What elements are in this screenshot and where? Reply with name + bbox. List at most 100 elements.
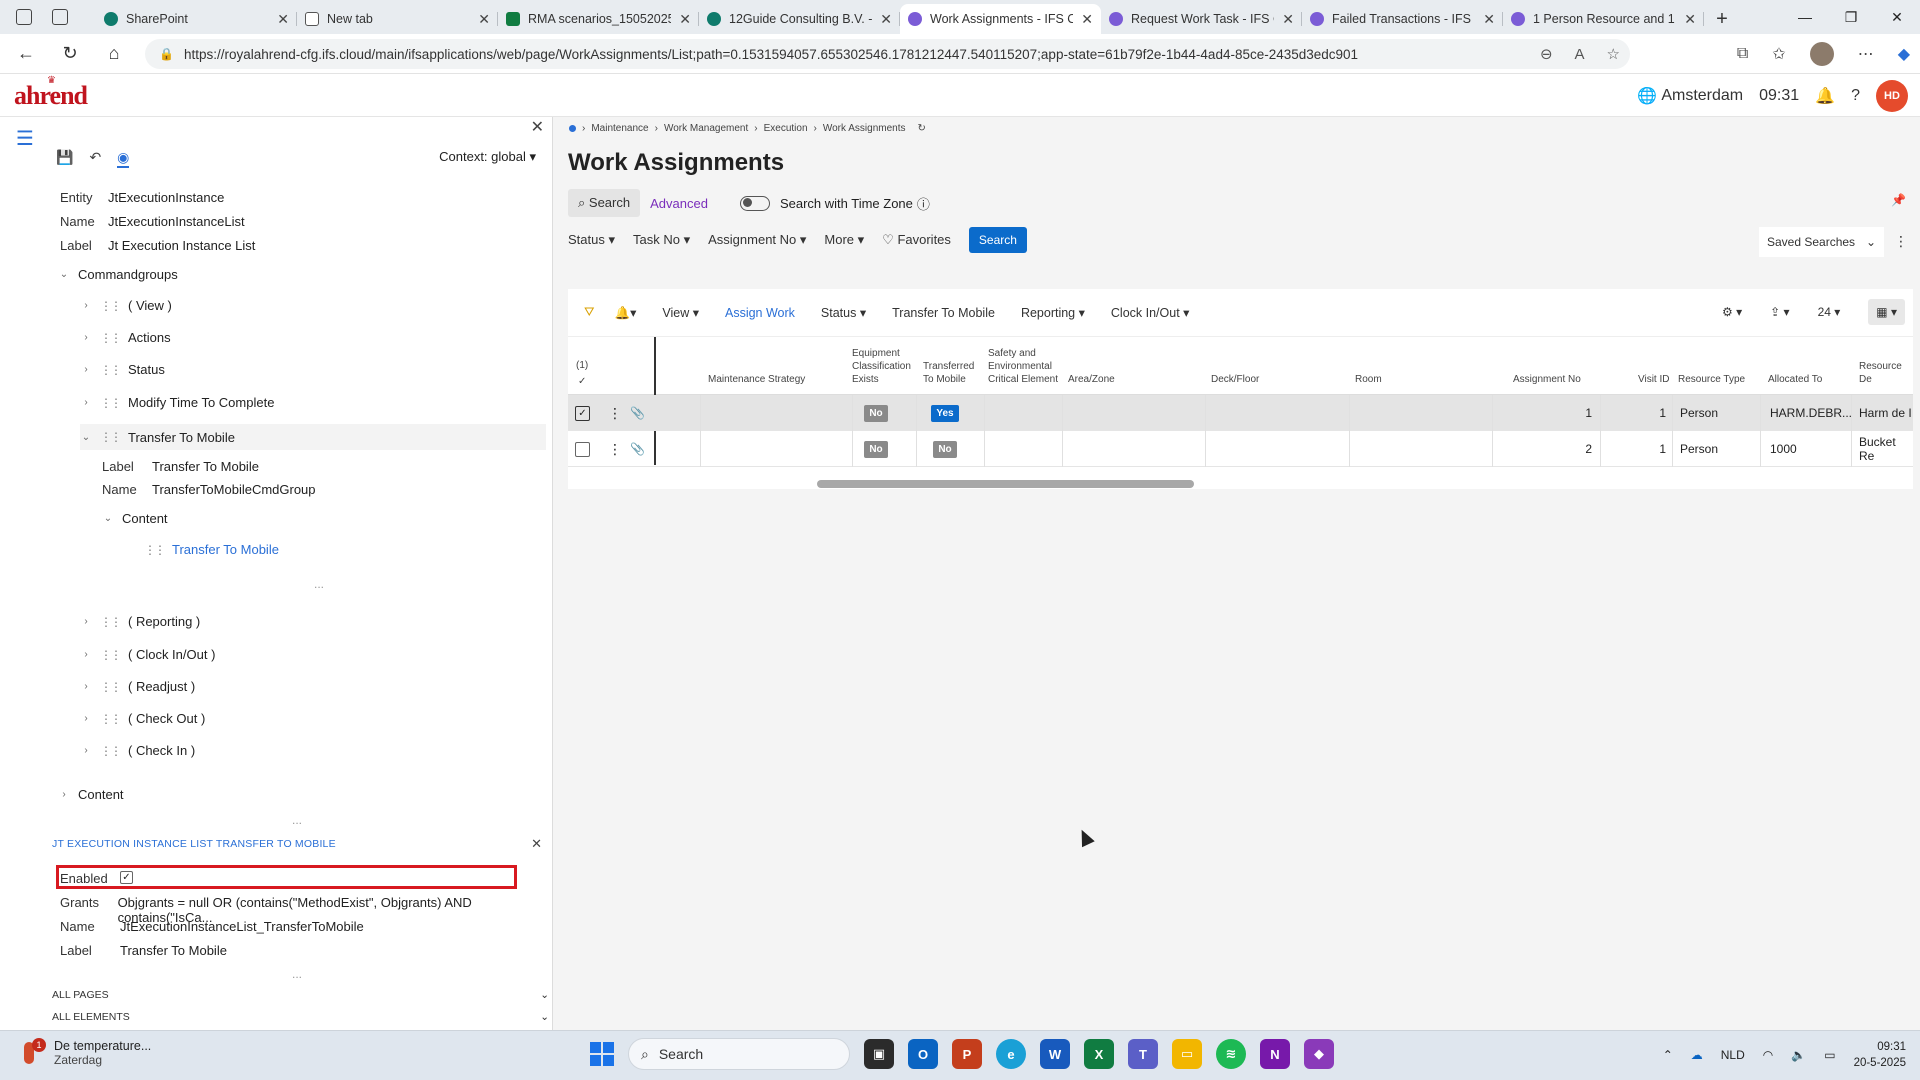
close-tab-icon[interactable]: ✕ [880,11,892,28]
back-icon[interactable]: ← [4,34,48,74]
close-section-icon[interactable]: ✕ [531,836,542,852]
page-size-dropdown[interactable]: 24 ▾ [1818,305,1841,319]
browser-tab-2[interactable]: RMA scenarios_15052025 ✕ [498,4,699,34]
all-elements-row[interactable]: ALL ELEMENTS ⌄ [52,1011,549,1023]
drag-handle-icon[interactable]: ⋮⋮ [100,712,122,726]
powerpoint-icon[interactable]: P [952,1039,982,1069]
breadcrumb-item[interactable]: Work Assignments [823,123,906,134]
user-avatar[interactable]: HD [1876,80,1908,112]
close-tab-icon[interactable]: ✕ [277,11,289,28]
onedrive-icon[interactable]: ☁ [1691,1048,1703,1062]
filter-assignment-no[interactable]: Assignment No ▾ [708,232,806,248]
all-pages-row[interactable]: ALL PAGES ⌄ [52,989,549,1001]
url-field[interactable]: 🔒 https://royalahrend-cfg.ifs.cloud/main… [145,39,1630,69]
edge-icon[interactable]: e [996,1039,1026,1069]
context-dropdown[interactable]: Context: global ▾ [439,149,536,165]
close-tab-icon[interactable]: ✕ [1483,11,1495,28]
word-icon[interactable]: W [1040,1039,1070,1069]
browser-tab-0[interactable]: SharePoint ✕ [96,4,297,34]
battery-icon[interactable]: ▭ [1824,1048,1835,1062]
breadcrumb-item[interactable]: Maintenance [591,123,648,134]
power-apps-icon[interactable]: ◆ [1304,1039,1334,1069]
col-equipment-classification[interactable]: Equipment Classification Exists [852,347,912,386]
drag-handle-icon[interactable]: ⋮⋮ [100,744,122,758]
home-icon[interactable]: ⌂ [92,34,136,74]
tree-group-checkout[interactable]: › ⋮⋮( Check Out ) [80,711,205,726]
refresh-icon[interactable]: ↻ [48,34,92,74]
col-room[interactable]: Room [1355,373,1382,386]
zoom-icon[interactable]: ⊖ [1540,45,1553,63]
cmd-assign-work[interactable]: Assign Work [725,306,795,320]
minimize-icon[interactable]: — [1782,0,1828,34]
close-tab-icon[interactable]: ✕ [1684,11,1696,28]
search-button[interactable]: Search [968,227,1027,253]
col-area-zone[interactable]: Area/Zone [1068,373,1115,386]
pin-icon[interactable]: 📌 [1891,193,1906,207]
tab-actions-icon[interactable] [52,9,68,25]
filter-icon[interactable]: ⛛ [584,305,595,320]
drag-handle-icon[interactable]: ⋮⋮ [100,363,122,377]
col-maintenance-strategy[interactable]: Maintenance Strategy [708,373,805,386]
breadcrumb-item[interactable]: Work Management [664,123,748,134]
tree-commandgroups[interactable]: ⌄ Commandgroups [58,267,178,282]
row-kebab-icon[interactable]: ⋮ [608,431,622,467]
tree-group-reporting[interactable]: › ⋮⋮( Reporting ) [80,614,200,629]
export-icon[interactable]: ⇪ ▾ [1770,305,1789,319]
paperclip-icon[interactable]: 📎 [630,431,645,467]
col-allocated-to[interactable]: Allocated To [1768,373,1822,386]
col-resource-desc[interactable]: Resource De [1859,360,1913,386]
drag-handle-icon[interactable]: ⋮⋮ [100,680,122,694]
close-tab-icon[interactable]: ✕ [679,11,691,28]
col-deck-floor[interactable]: Deck/Floor [1211,373,1259,386]
row-kebab-icon[interactable]: ⋮ [608,395,622,431]
taskbar-clock[interactable]: 09:31 20-5-2025 [1854,1039,1906,1071]
sname-value[interactable]: JtExecutionInstanceList_TransferToMobile [120,919,364,934]
lock-icon[interactable]: 🔒 [159,47,174,61]
browser-tab-3[interactable]: 12Guide Consulting B.V. - ✕ [699,4,900,34]
close-window-icon[interactable]: ✕ [1874,0,1920,34]
tree-group-modify-time[interactable]: › ⋮⋮ Modify Time To Complete [80,395,274,410]
copilot-icon[interactable]: ◆ [1898,44,1910,64]
ahrend-logo[interactable]: ahrend [14,81,88,111]
drag-handle-icon[interactable]: ⋮⋮ [100,396,122,410]
drag-handle-icon[interactable]: ⋮⋮ [100,331,122,345]
excel-icon[interactable]: X [1084,1039,1114,1069]
extensions-icon[interactable]: ⧉ [1737,45,1748,63]
browser-tab-7[interactable]: 1 Person Resource and 1 E ✕ [1503,4,1704,34]
language-indicator[interactable]: NLD [1721,1048,1745,1062]
filter-more[interactable]: More ▾ [824,232,864,248]
tree-tt-content-item[interactable]: ⋮⋮ Transfer To Mobile [144,542,279,557]
workspaces-icon[interactable] [16,9,32,25]
cmd-reporting[interactable]: Reporting ▾ [1021,305,1085,320]
cmd-view[interactable]: View ▾ [662,305,699,320]
wifi-icon[interactable]: ◠ [1763,1048,1773,1062]
filter-task-no[interactable]: Task No ▾ [633,232,690,248]
notify-icon[interactable]: 🔔▾ [615,305,637,321]
tree-group-actions[interactable]: › ⋮⋮ Actions [80,330,170,345]
col-assignment-no[interactable]: Assignment No [1513,373,1581,386]
drag-handle-icon[interactable]: ⋮⋮ [100,615,122,629]
col-safety-critical[interactable]: Safety and Environmental Critical Elemen… [988,347,1060,386]
tree-group-readjust[interactable]: › ⋮⋮( Readjust ) [80,679,195,694]
tree-group-view[interactable]: › ⋮⋮( View ) [80,298,172,313]
favorites-bar-icon[interactable]: ✩ [1772,44,1785,64]
slabel-value[interactable]: Transfer To Mobile [120,943,227,958]
outlook-icon[interactable]: O [908,1039,938,1069]
task-view-icon[interactable]: ▣ [864,1039,894,1069]
onenote-icon[interactable]: N [1260,1039,1290,1069]
browser-menu-icon[interactable]: ⋯ [1858,44,1874,64]
file-explorer-icon[interactable]: ▭ [1172,1039,1202,1069]
search-tab[interactable]: ⌕ Search [568,189,641,217]
more-dots[interactable]: ... [292,813,302,827]
info-icon[interactable]: ⓘ [917,194,930,213]
row-checkbox[interactable] [575,431,590,467]
advanced-tab[interactable]: Advanced [650,196,708,211]
tree-tt-content[interactable]: ⌄ Content [102,511,168,526]
spotify-icon[interactable]: ≋ [1216,1039,1246,1069]
chevron-up-icon[interactable]: ⌃ [1663,1048,1673,1062]
timezone-toggle[interactable] [739,195,770,211]
help-icon[interactable]: ? [1851,87,1860,105]
more-dots[interactable]: ... [292,967,302,981]
paperclip-icon[interactable]: 📎 [630,395,645,431]
hamburger-menu-icon[interactable]: ☰ [16,126,34,151]
